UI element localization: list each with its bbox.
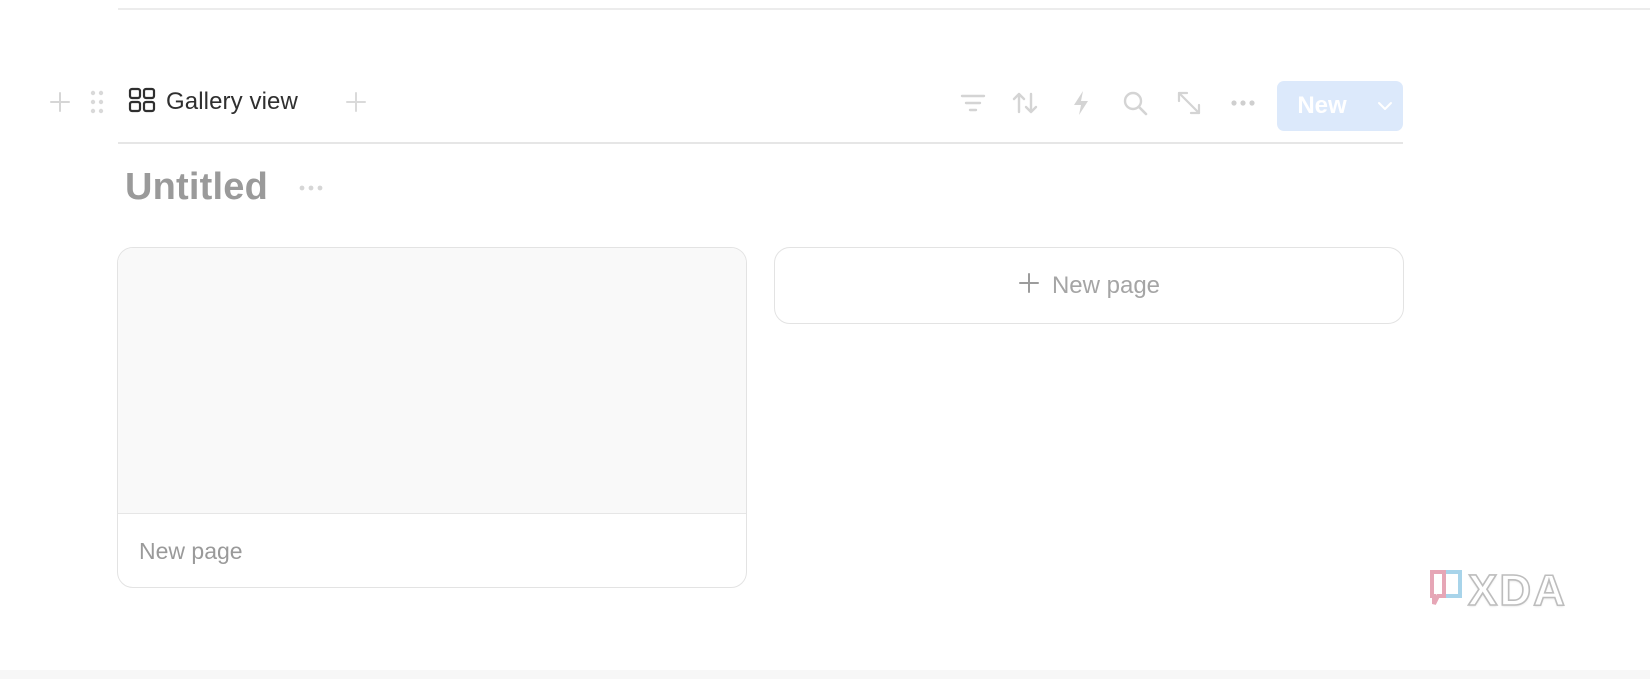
drag-handle-icon[interactable]: [86, 88, 108, 116]
chevron-down-icon[interactable]: [1367, 81, 1403, 131]
gallery-grid-icon: [128, 87, 156, 118]
xda-watermark-logo: XDA: [1428, 565, 1588, 616]
new-page-button[interactable]: New page: [774, 247, 1404, 324]
search-icon[interactable]: [1120, 88, 1150, 118]
database-toolbar: Gallery view New: [0, 78, 1650, 134]
card-preview: [118, 248, 746, 514]
plus-icon: [1018, 272, 1040, 299]
watermark-text: XDA: [1467, 565, 1567, 616]
title-more-icon[interactable]: [296, 178, 326, 198]
filter-icon[interactable]: [958, 88, 988, 118]
tab-gallery-view-label: Gallery view: [166, 88, 298, 115]
add-view-icon[interactable]: [342, 88, 370, 116]
automation-bolt-icon[interactable]: [1066, 88, 1096, 118]
xda-bubble-icon: [1428, 568, 1464, 615]
new-button-label: New: [1297, 92, 1347, 119]
bottom-strip: [0, 670, 1650, 679]
database-title[interactable]: Untitled: [125, 166, 268, 209]
gallery-card[interactable]: New page: [117, 247, 747, 588]
new-button[interactable]: New: [1277, 81, 1403, 131]
tab-gallery-view[interactable]: Gallery view: [128, 84, 298, 120]
add-block-icon[interactable]: [46, 88, 74, 116]
notion-page: Gallery view New Untitled New page New p…: [0, 0, 1650, 679]
more-icon[interactable]: [1228, 88, 1258, 118]
new-page-label: New page: [1051, 271, 1161, 299]
top-divider: [118, 8, 1650, 10]
expand-icon[interactable]: [1174, 88, 1204, 118]
card-title: New page: [139, 538, 243, 564]
toolbar-divider: [118, 142, 1403, 144]
sort-icon[interactable]: [1010, 88, 1040, 118]
